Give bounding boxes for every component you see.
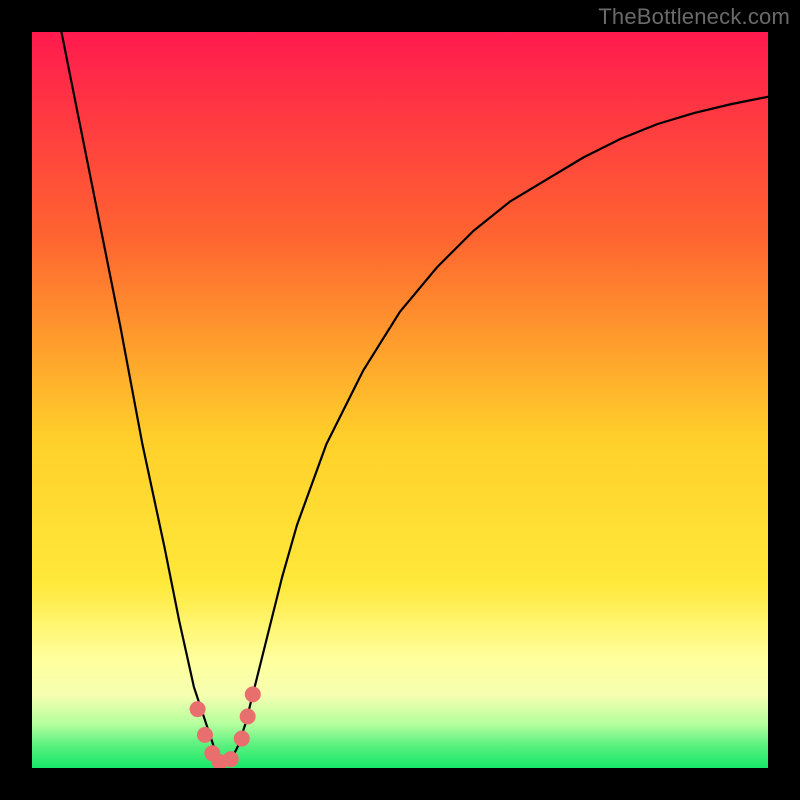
bottleneck-curve-chart (32, 32, 768, 768)
range-marker (240, 708, 256, 724)
chart-frame: TheBottleneck.com (0, 0, 800, 800)
plot-area (32, 32, 768, 768)
range-marker (223, 751, 239, 767)
watermark-text: TheBottleneck.com (598, 4, 790, 30)
range-marker (234, 731, 250, 747)
range-marker (245, 686, 261, 702)
range-marker (197, 727, 213, 743)
gradient-background (32, 32, 768, 768)
range-marker (190, 701, 206, 717)
